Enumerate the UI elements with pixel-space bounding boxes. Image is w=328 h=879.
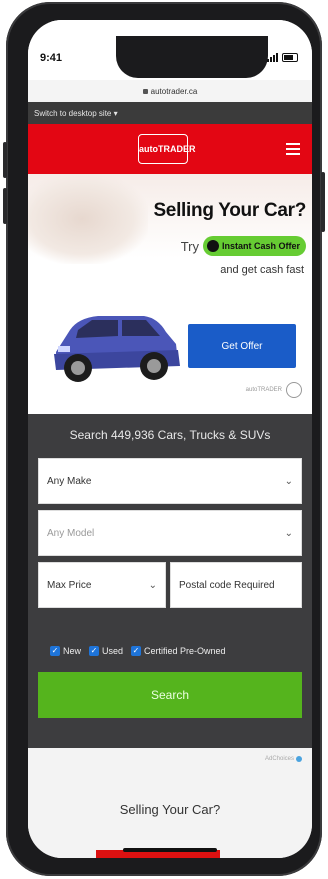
badge-dollar-icon [206,240,219,252]
adchoices[interactable]: AdChoices [265,756,302,762]
volume-up-button [3,142,7,178]
checkmark-icon: ✓ [50,646,60,656]
instant-cash-offer-badge: Instant Cash Offer [202,236,306,256]
model-select[interactable]: Any Model ⌄ [38,510,302,556]
checkbox-new-label: New [63,646,82,656]
ad-by-row: Try Instant Cash Offer [181,236,306,256]
search-panel: Search 449,936 Cars, Trucks & SUVs Any M… [28,414,312,748]
chevron-down-icon: ⌄ [148,579,157,591]
ad-background-image [28,174,148,264]
search-button[interactable]: Search [38,672,302,718]
car-image [54,316,180,382]
screen: 9:41 autotrader.ca Switch to desktop sit… [28,20,312,858]
desktop-switch-label: Switch to desktop site ▾ [34,108,118,118]
ad-by-text: Try [180,238,199,254]
bottom-ad-text: Selling Your Car? [119,802,221,817]
checkbox-certified[interactable]: ✓ Certified Pre-Owned [131,646,226,656]
home-indicator [123,848,217,852]
phone-frame: 9:41 autotrader.ca Switch to desktop sit… [3,2,325,876]
postal-code-input[interactable]: Postal code Required [170,562,302,608]
get-offer-button[interactable]: Get Offer [188,324,296,368]
checkbox-new[interactable]: ✓ New [50,646,81,656]
ad-logo-icon [286,382,302,398]
ad-subtext: and get cash fast [220,264,304,276]
model-select-value: Any Model [47,527,95,539]
checkmark-icon: ✓ [131,646,142,656]
bottom-ad[interactable]: AdChoices Selling Your Car? [28,748,312,858]
price-select-value: Max Price [47,579,92,591]
postal-code-placeholder: Postal code Required [179,579,275,591]
ad-footer-text: autoTRADER [245,387,282,393]
desktop-switch-link[interactable]: Switch to desktop site ▾ [28,102,312,124]
notch [116,36,268,78]
make-select[interactable]: Any Make ⌄ [38,458,302,504]
checkbox-certified-label: Certified Pre-Owned [144,646,226,656]
checkbox-used[interactable]: ✓ Used [89,646,123,656]
condition-checkboxes: ✓ New ✓ Used ✓ Certified Pre-Owned [50,646,226,656]
adchoices-label: AdChoices [264,756,294,762]
hamburger-menu-icon[interactable] [286,143,300,155]
site-logo[interactable]: autoTRADER [138,134,196,164]
chevron-down-icon: ⌄ [284,527,293,539]
address-bar[interactable]: autotrader.ca [28,80,312,102]
battery-icon [282,53,298,62]
power-button [321,172,325,232]
signal-icon [267,53,278,62]
ad-headline: Selling Your Car? [153,200,306,221]
badge-text: Instant Cash Offer [221,241,300,251]
ad-footer: autoTRADER [246,382,302,398]
search-title: Search 449,936 Cars, Trucks & SUVs [69,428,271,442]
make-select-value: Any Make [47,475,92,487]
logo-text: autoTRADER [139,144,196,154]
status-icons [267,53,298,62]
status-time: 9:41 [40,52,63,64]
checkbox-used-label: Used [102,646,124,656]
checkmark-icon: ✓ [89,646,100,656]
chevron-down-icon: ⌄ [284,475,293,487]
lock-icon [142,88,148,94]
price-select[interactable]: Max Price ⌄ [38,562,166,608]
adchoices-icon [296,756,302,762]
url-text: autotrader.ca [150,86,198,96]
volume-down-button [3,188,7,224]
banner-ad[interactable]: Selling Your Car? Try Instant Cash Offer… [28,174,312,414]
site-header: autoTRADER [28,124,312,174]
